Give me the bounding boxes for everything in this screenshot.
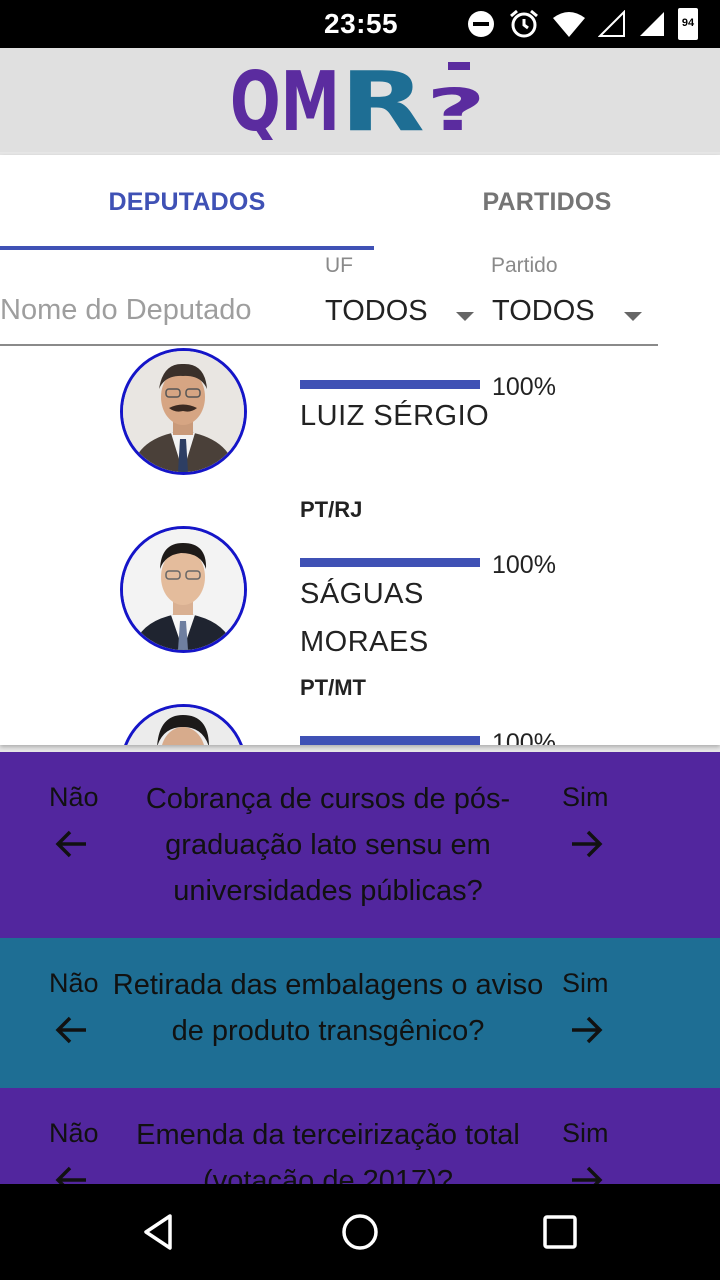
wifi-icon [553, 12, 585, 37]
avatar [120, 526, 247, 653]
arrow-right-icon[interactable] [568, 1162, 604, 1184]
yes-label: Sim [562, 782, 609, 812]
approval-bar [300, 736, 480, 745]
yes-label: Sim [562, 1118, 609, 1148]
list-item[interactable]: 100% SÁGUAS MORAES PT/MT [0, 524, 720, 702]
approval-percent: 100% [492, 551, 556, 579]
avatar [120, 348, 247, 475]
alarm-icon [510, 9, 538, 38]
question-text: Emenda da terceirização total (votação d… [136, 1119, 520, 1184]
deputy-name-input[interactable] [0, 288, 300, 332]
tab-partidos[interactable]: PARTIDOS [360, 155, 720, 250]
approval-bar [300, 380, 480, 389]
signal-outline-icon [598, 10, 625, 37]
svg-text:?: ? [426, 76, 486, 140]
uf-dropdown-icon[interactable] [456, 312, 474, 321]
question-card[interactable]: Não Cobrança de cursos de pós-graduação … [0, 752, 720, 938]
partido-select[interactable]: TODOS [492, 295, 595, 328]
deputy-party: PT/MT [300, 675, 366, 700]
deputy-name: SÁGUAS MORAES [300, 578, 429, 658]
question-card[interactable]: Não Emenda da terceirização total (votaç… [0, 1088, 720, 1184]
status-time: 23:55 [324, 8, 399, 39]
status-bar: 23:55 94 [0, 0, 720, 48]
arrow-right-icon[interactable] [568, 1012, 604, 1048]
svg-text:QM: QM [230, 60, 340, 140]
status-icons: 94 [466, 8, 698, 40]
avatar [120, 704, 247, 745]
svg-text:R: R [340, 60, 425, 140]
arrow-right-icon[interactable] [568, 826, 604, 862]
list-item[interactable]: 100% [0, 702, 720, 745]
signal-icon [640, 12, 664, 36]
partido-label: Partido [491, 254, 558, 277]
approval-bar [300, 558, 480, 567]
approval-percent: 100% [492, 373, 556, 401]
question-text: Cobrança de cursos de pós-graduação lato… [145, 783, 511, 907]
uf-select[interactable]: TODOS [325, 295, 428, 328]
deputy-name: LUIZ SÉRGIO [300, 400, 490, 432]
deputados-list[interactable]: 100% LUIZ SÉRGIO PT/RJ 100% SÁGUAS MORAE… [0, 346, 720, 745]
filter-bar: UF TODOS Partido TODOS [0, 250, 720, 346]
person-photo-icon [123, 351, 244, 472]
tab-bar: DEPUTADOS PARTIDOS [0, 155, 720, 250]
question-card[interactable]: Não Retirada das embalagens o aviso de p… [0, 938, 720, 1088]
system-nav-bar [0, 1184, 720, 1280]
qmr-logo: QM R ? [230, 60, 486, 140]
approval-percent: 100% [492, 729, 556, 745]
home-icon[interactable] [336, 1208, 384, 1256]
yes-label: Sim [562, 968, 609, 998]
app-bar: QM R ? [0, 48, 720, 152]
partido-dropdown-icon[interactable] [624, 312, 642, 321]
deputados-card: DEPUTADOS PARTIDOS UF TODOS Partido TODO… [0, 155, 720, 745]
uf-label: UF [325, 254, 353, 277]
question-text: Retirada das embalagens o aviso de produ… [112, 969, 544, 1047]
deputy-party: PT/RJ [300, 497, 363, 522]
person-photo-icon [123, 707, 244, 745]
person-photo-icon [123, 529, 244, 650]
arrow-left-icon[interactable] [54, 1162, 90, 1184]
recents-icon[interactable] [536, 1208, 584, 1256]
battery-level: 94 [681, 17, 695, 29]
list-item[interactable]: 100% LUIZ SÉRGIO PT/RJ [0, 346, 720, 524]
arrow-left-icon[interactable] [54, 1012, 90, 1048]
back-icon[interactable] [136, 1208, 184, 1256]
no-label: Não [49, 782, 99, 812]
arrow-left-icon[interactable] [54, 826, 90, 862]
do-not-disturb-icon [468, 11, 494, 37]
no-label: Não [49, 968, 99, 998]
tab-deputados[interactable]: DEPUTADOS [0, 155, 374, 250]
battery-icon: 94 [678, 8, 698, 40]
no-label: Não [49, 1118, 99, 1148]
